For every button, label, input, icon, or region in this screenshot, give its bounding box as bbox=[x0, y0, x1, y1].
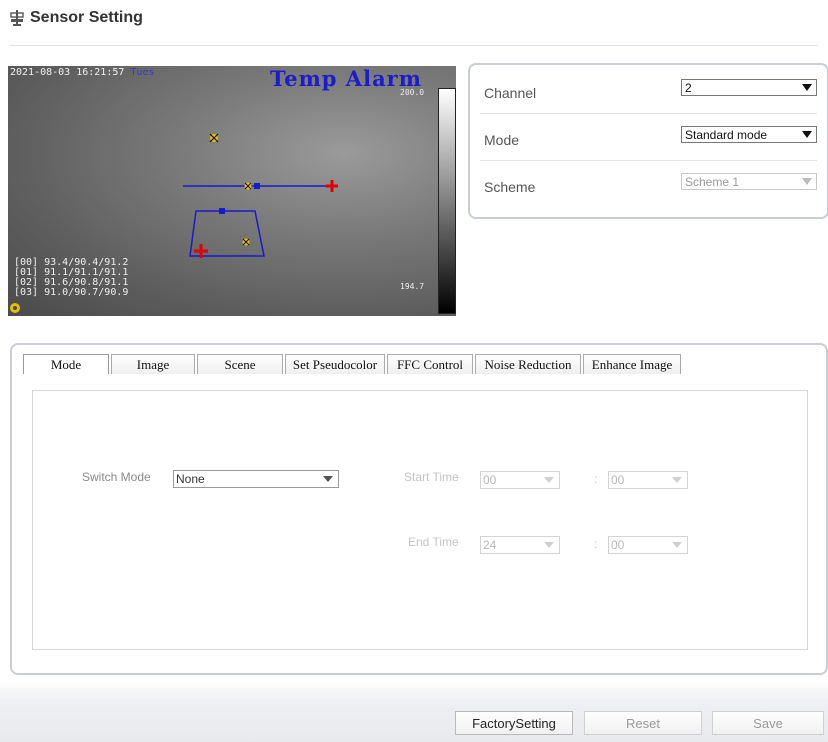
tab-enhance-image[interactable]: Enhance Image bbox=[583, 354, 681, 374]
channel-label: Channel bbox=[484, 85, 537, 101]
sensor-tabs-panel: Mode Image Scene Set Pseudocolor FFC Con… bbox=[10, 343, 828, 675]
end-time-separator: : bbox=[594, 537, 598, 551]
tab-image[interactable]: Image bbox=[111, 354, 195, 374]
tab-mode[interactable]: Mode bbox=[23, 354, 109, 374]
start-minute-select[interactable]: 00 bbox=[608, 471, 688, 489]
end-time-label: End Time bbox=[408, 535, 459, 549]
line-handle bbox=[254, 183, 260, 189]
mode-label: Mode bbox=[484, 132, 520, 148]
reset-button[interactable]: Reset bbox=[584, 711, 702, 735]
channel-select[interactable]: 2 bbox=[681, 79, 817, 96]
ptz-direction-icon bbox=[10, 303, 20, 313]
mode-tab-content bbox=[32, 390, 808, 650]
switch-mode-label: Switch Mode bbox=[82, 470, 151, 484]
page-title: Sensor Setting bbox=[30, 9, 143, 26]
chevron-down-icon bbox=[672, 542, 682, 548]
line-hot-marker-icon bbox=[326, 180, 338, 192]
footer-bar bbox=[0, 682, 828, 742]
scheme-label: Scheme bbox=[484, 179, 536, 195]
chevron-down-icon bbox=[802, 84, 812, 91]
chevron-down-icon bbox=[544, 477, 554, 483]
settings-pin-icon bbox=[10, 10, 24, 26]
channel-settings-panel: Channel 2 Mode Standard mode Scheme Sche… bbox=[468, 63, 828, 219]
tab-ffc-control[interactable]: FFC Control bbox=[387, 354, 473, 374]
switch-mode-select[interactable]: None bbox=[173, 470, 339, 488]
chevron-down-icon bbox=[802, 131, 812, 138]
start-time-label: Start Time bbox=[404, 470, 459, 484]
point-marker-icon bbox=[209, 133, 219, 143]
line-max-marker-icon bbox=[244, 182, 252, 190]
tab-set-pseudocolor[interactable]: Set Pseudocolor bbox=[285, 354, 385, 374]
tab-bar: Mode Image Scene Set Pseudocolor FFC Con… bbox=[23, 354, 683, 376]
thermal-video-preview[interactable]: 2021-08-03 16:21:57 Tues Temp Alarm 200.… bbox=[8, 66, 456, 316]
area-handle bbox=[219, 208, 225, 214]
area-max-marker-icon bbox=[242, 238, 250, 246]
chevron-down-icon bbox=[544, 542, 554, 548]
chevron-down-icon bbox=[323, 476, 333, 482]
tab-scene[interactable]: Scene bbox=[197, 354, 283, 374]
start-time-separator: : bbox=[594, 472, 598, 486]
factory-setting-button[interactable]: FactorySetting bbox=[455, 711, 573, 735]
mode-select[interactable]: Standard mode bbox=[681, 126, 817, 143]
scheme-select[interactable]: Scheme 1 bbox=[681, 173, 817, 190]
chevron-down-icon bbox=[802, 178, 812, 185]
end-hour-select[interactable]: 24 bbox=[480, 536, 560, 554]
mode-row: Mode Standard mode bbox=[480, 114, 817, 161]
end-minute-select[interactable]: 00 bbox=[608, 536, 688, 554]
channel-row: Channel 2 bbox=[480, 67, 817, 114]
tab-noise-reduction[interactable]: Noise Reduction bbox=[475, 354, 581, 374]
measurement-overlay bbox=[10, 133, 338, 313]
header-divider bbox=[10, 45, 818, 46]
chevron-down-icon bbox=[672, 477, 682, 483]
start-hour-select[interactable]: 00 bbox=[480, 471, 560, 489]
scheme-row: Scheme Scheme 1 bbox=[480, 161, 817, 207]
page-header: Sensor Setting bbox=[10, 4, 143, 32]
save-button[interactable]: Save bbox=[712, 711, 824, 735]
